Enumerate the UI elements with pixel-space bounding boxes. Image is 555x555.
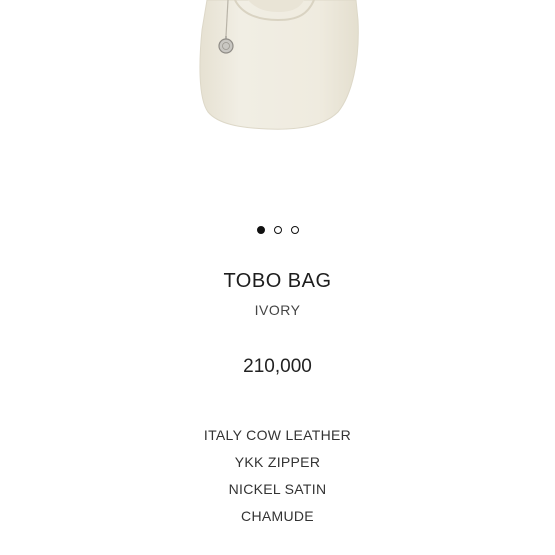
- product-image[interactable]: [0, 0, 555, 200]
- product-price: 210,000: [243, 356, 312, 377]
- product-specs: ITALY COW LEATHER YKK ZIPPER NICKEL SATI…: [0, 426, 555, 534]
- spec-item: ITALY COW LEATHER: [203, 427, 352, 443]
- spec-item: CHAMUDE: [241, 508, 314, 524]
- carousel-pagination: [0, 226, 555, 234]
- spec-item: NICKEL SATIN: [228, 481, 327, 497]
- carousel-dot-3[interactable]: [290, 226, 299, 234]
- product-name: TOBO BAG: [223, 270, 332, 292]
- carousel-dot-2[interactable]: [273, 226, 282, 234]
- bag-illustration: [199, 0, 359, 130]
- spec-item: YKK ZIPPER: [234, 454, 321, 470]
- product-color: IVORY: [254, 302, 301, 318]
- zipper-pull-icon: [218, 38, 234, 54]
- carousel-dot-1[interactable]: [256, 226, 265, 234]
